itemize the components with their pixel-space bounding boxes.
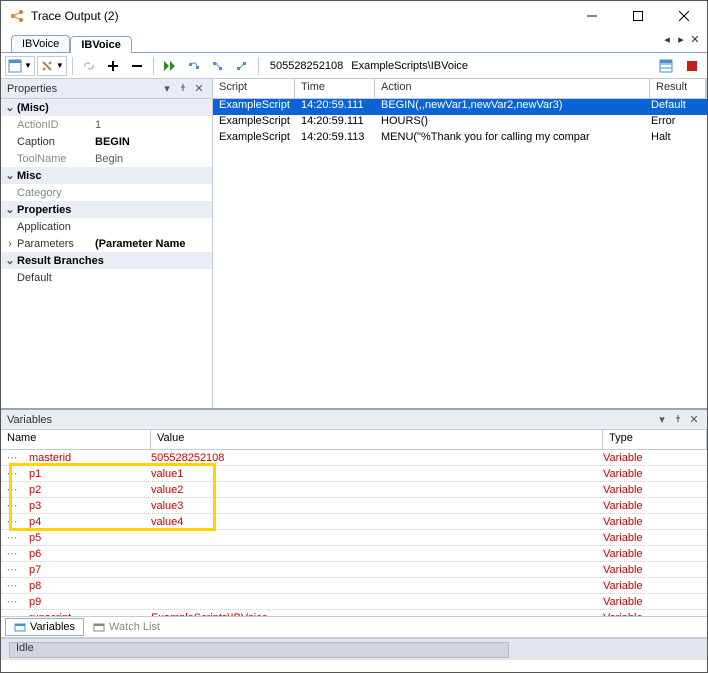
run-button[interactable] (159, 56, 181, 76)
properties-grid: ⌄(Misc) ActionID1 CaptionBEGIN ToolNameB… (1, 99, 212, 408)
prop-group-misc2[interactable]: ⌄Misc (1, 167, 212, 184)
link-button[interactable] (78, 56, 100, 76)
properties-title: Properties (7, 83, 57, 95)
bottom-tabs: Variables Watch List (1, 616, 707, 638)
variable-row[interactable]: ⋯p1value1Variable (1, 466, 707, 482)
prop-toolname-value: Begin (95, 153, 123, 165)
variables-title: Variables (7, 414, 52, 426)
prop-toolname-label: ToolName (17, 153, 95, 165)
prop-caption-label: Caption (17, 136, 95, 148)
variable-row[interactable]: ⋯masterid505528252108Variable (1, 450, 707, 466)
variable-row[interactable]: ⋯p4value4Variable (1, 514, 707, 530)
variables-header: Variables ▾ ✕ (1, 410, 707, 430)
bottom-tab-watch[interactable]: Watch List (84, 618, 169, 636)
maximize-button[interactable] (615, 1, 661, 31)
tab-ibvoice-1[interactable]: IBVoice (11, 35, 70, 52)
prop-parameters-row[interactable]: ›Parameters(Parameter Name (1, 235, 212, 252)
watch-tab-icon (93, 621, 105, 633)
col-time[interactable]: Time (295, 79, 375, 98)
col-var-name[interactable]: Name (1, 430, 151, 449)
minimize-button[interactable] (569, 1, 615, 31)
stop-icon[interactable] (681, 56, 703, 76)
panel-dropdown-icon[interactable]: ▾ (160, 82, 174, 96)
prop-group-misc[interactable]: ⌄(Misc) (1, 99, 212, 116)
trace-panel: Script Time Action Result ExampleScript1… (213, 79, 707, 408)
remove-button[interactable] (126, 56, 148, 76)
variables-tab-icon (14, 621, 26, 633)
trace-header-row: Script Time Action Result (213, 79, 707, 99)
toolbar-path-label: ExampleScripts\IBVoice (351, 60, 468, 72)
prop-group-branches[interactable]: ⌄Result Branches (1, 252, 212, 269)
bottom-tab-variables[interactable]: Variables (5, 618, 84, 636)
grid-icon[interactable] (655, 56, 677, 76)
prop-category-label: Category (17, 187, 95, 199)
status-bar: Idle (1, 638, 707, 660)
variable-row[interactable]: ⋯p7Variable (1, 562, 707, 578)
panel-close-icon[interactable]: ✕ (192, 82, 206, 96)
view-dropdown[interactable]: ▼ (5, 56, 35, 76)
vars-close-icon[interactable]: ✕ (687, 413, 701, 427)
col-var-type[interactable]: Type (603, 430, 707, 449)
prop-default-label: Default (17, 272, 95, 284)
variable-row[interactable]: ⋯p5Variable (1, 530, 707, 546)
close-button[interactable] (661, 1, 707, 31)
variable-row[interactable]: ⋯runscriptExampleScripts\IBVoiceVariable (1, 610, 707, 616)
col-var-value[interactable]: Value (151, 430, 603, 449)
prop-actionid-label: ActionID (17, 119, 95, 131)
tab-prev-icon[interactable]: ◂ (661, 33, 673, 45)
col-script[interactable]: Script (213, 79, 295, 98)
toolbar: ▼ ▼ 505528252108 ExampleScripts\IBVoice (1, 53, 707, 79)
col-action[interactable]: Action (375, 79, 650, 98)
vars-dropdown-icon[interactable]: ▾ (655, 413, 669, 427)
title-bar: Trace Output (2) (1, 1, 707, 31)
window-title: Trace Output (2) (31, 9, 569, 23)
col-result[interactable]: Result (650, 79, 706, 98)
variable-row[interactable]: ⋯p6Variable (1, 546, 707, 562)
panel-pin-icon[interactable] (176, 82, 190, 96)
add-button[interactable] (102, 56, 124, 76)
variable-row[interactable]: ⋯p9Variable (1, 594, 707, 610)
step-out-button[interactable] (231, 56, 253, 76)
step-into-button[interactable] (207, 56, 229, 76)
trace-row[interactable]: ExampleScript14:20:59.111HOURS()Error (213, 115, 707, 131)
tab-ibvoice-2[interactable]: IBVoice (70, 36, 132, 53)
tools-dropdown[interactable]: ▼ (37, 56, 67, 76)
prop-application-label: Application (17, 221, 95, 233)
variables-header-row: Name Value Type (1, 430, 707, 450)
prop-parameters-label: Parameters (17, 238, 95, 250)
variable-row[interactable]: ⋯p3value3Variable (1, 498, 707, 514)
trace-row[interactable]: ExampleScript14:20:59.111BEGIN(,,newVar1… (213, 99, 707, 115)
prop-group-properties[interactable]: ⌄Properties (1, 201, 212, 218)
prop-parameters-value: (Parameter Name (95, 238, 186, 250)
step-over-button[interactable] (183, 56, 205, 76)
app-icon (9, 8, 25, 24)
status-text: Idle (16, 642, 34, 654)
prop-actionid-value: 1 (95, 119, 101, 131)
vars-pin-icon[interactable] (671, 413, 685, 427)
tab-next-icon[interactable]: ▸ (675, 33, 687, 45)
variable-row[interactable]: ⋯p2value2Variable (1, 482, 707, 498)
prop-caption-value[interactable]: BEGIN (95, 136, 130, 148)
tab-strip: IBVoice IBVoice ◂ ▸ ✕ (1, 31, 707, 53)
trace-row[interactable]: ExampleScript14:20:59.113MENU("%Thank yo… (213, 131, 707, 147)
toolbar-path-id: 505528252108 (270, 60, 343, 72)
properties-header: Properties ▾ ✕ (1, 79, 212, 99)
tab-close-icon[interactable]: ✕ (689, 33, 701, 45)
variable-row[interactable]: ⋯p8Variable (1, 578, 707, 594)
